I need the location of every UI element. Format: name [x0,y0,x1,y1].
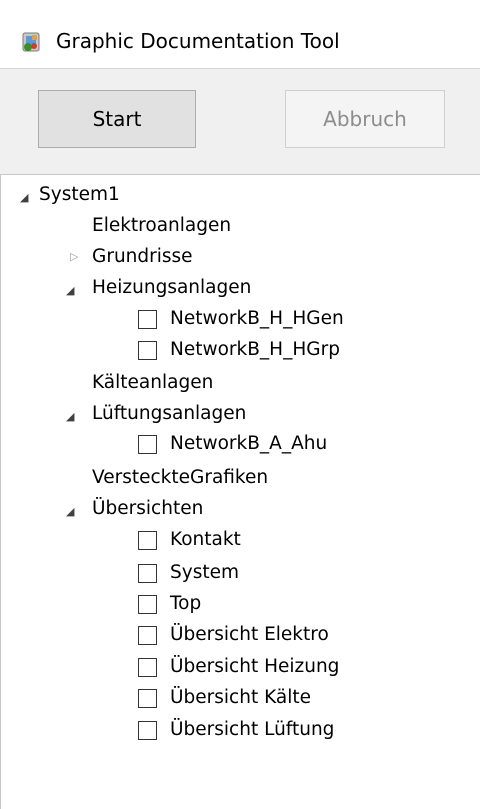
expanded-arrow-icon[interactable]: ◢ [66,411,78,423]
tree-node-kaelteanlagen[interactable]: Kälteanlagen [92,372,213,394]
expanded-arrow-icon[interactable]: ◢ [66,285,78,297]
tree-node-networkb-h-hgen[interactable]: NetworkB_H_HGen [170,308,344,330]
app-graphic-doc-icon [20,31,42,53]
checkbox-uebersicht-lueftung[interactable] [138,721,157,740]
tree-node-uebersicht-heizung[interactable]: Übersicht Heizung [170,656,339,678]
tree-node-uebersicht-elektro[interactable]: Übersicht Elektro [170,624,329,646]
tree-node-uebersichten[interactable]: Übersichten [92,498,203,520]
tree-node-system[interactable]: System [170,562,239,584]
main-window: Graphic Documentation Tool Start Abbruch… [0,0,480,809]
checkbox-networkb-h-hgen[interactable] [138,310,157,329]
tree-node-networkb-h-hgrp[interactable]: NetworkB_H_HGrp [170,339,340,361]
tree-node-uebersicht-lueftung[interactable]: Übersicht Lüftung [170,719,334,741]
tree-node-heizungsanlagen[interactable]: Heizungsanlagen [92,277,251,299]
expanded-arrow-icon[interactable]: ◢ [66,506,78,518]
tree-node-system1[interactable]: System1 [39,184,120,206]
checkbox-system[interactable] [138,564,157,583]
collapsed-arrow-icon[interactable]: ▷ [70,251,82,263]
start-button[interactable]: Start [38,90,196,148]
checkbox-top[interactable] [138,595,157,614]
cancel-button[interactable]: Abbruch [285,90,445,148]
tree-node-grundrisse[interactable]: Grundrisse [92,246,193,268]
checkbox-uebersicht-heizung[interactable] [138,658,157,677]
tree-node-kontakt[interactable]: Kontakt [170,529,241,551]
tree-node-top[interactable]: Top [170,593,201,615]
checkbox-uebersicht-kaelte[interactable] [138,689,157,708]
checkbox-networkb-h-hgrp[interactable] [138,341,157,360]
tree-node-networkb-a-ahu[interactable]: NetworkB_A_Ahu [170,433,327,455]
title-bar: Graphic Documentation Tool [0,0,480,68]
checkbox-networkb-a-ahu[interactable] [138,435,157,454]
checkbox-kontakt[interactable] [138,531,157,550]
tree-node-elektroanlagen[interactable]: Elektroanlagen [92,215,231,237]
checkbox-uebersicht-elektro[interactable] [138,626,157,645]
tree-node-versteckte-grafiken[interactable]: VersteckteGrafiken [92,467,268,489]
window-title: Graphic Documentation Tool [56,29,340,53]
tree-node-lueftungsanlagen[interactable]: Lüftungsanlagen [92,403,246,425]
tree-node-uebersicht-kaelte[interactable]: Übersicht Kälte [170,687,311,709]
toolbar: Start Abbruch [0,68,480,175]
tree-view[interactable]: ◢ System1 Elektroanlagen ▷ Grundrisse ◢ … [0,174,480,809]
expanded-arrow-icon[interactable]: ◢ [20,192,32,204]
